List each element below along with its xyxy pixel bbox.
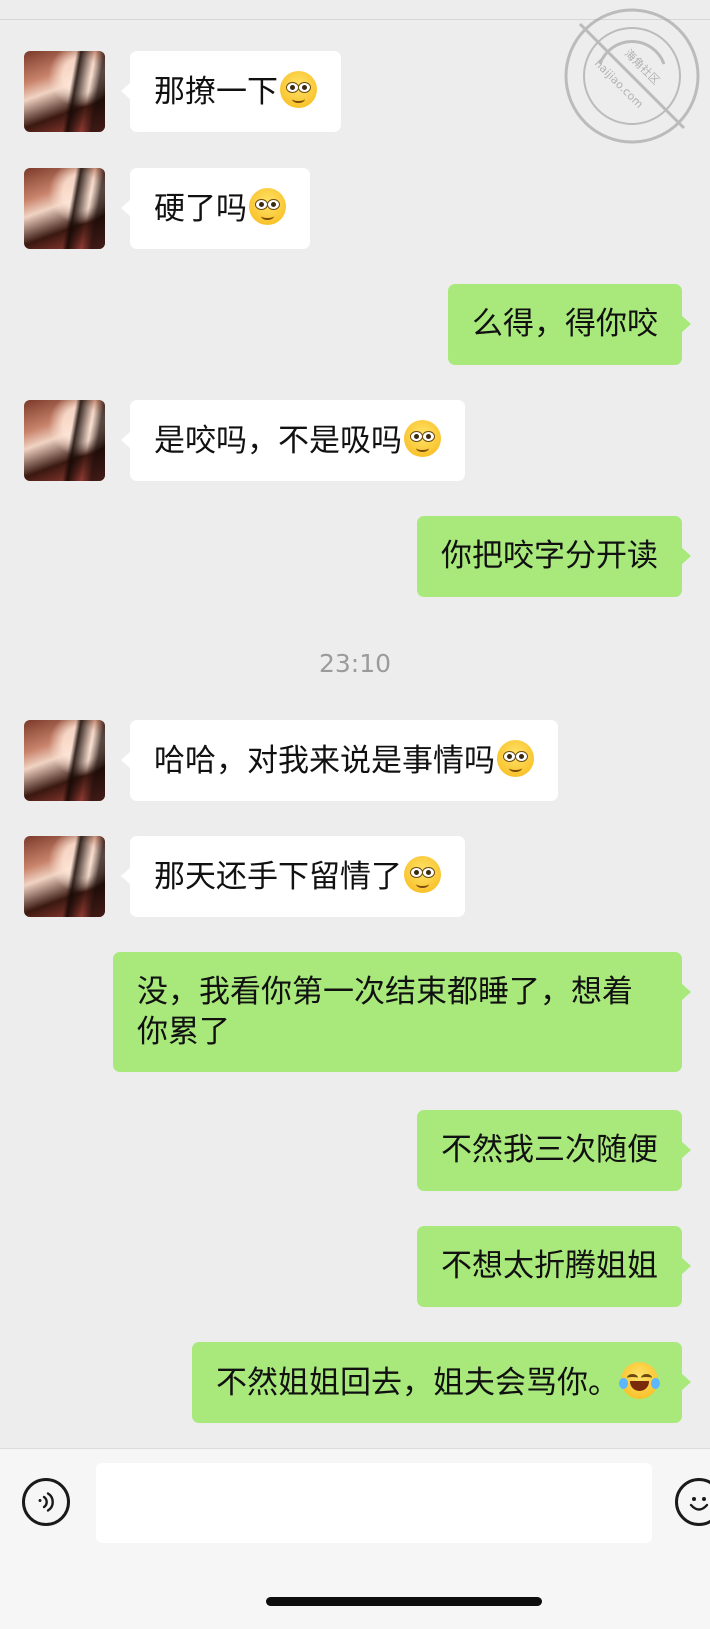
received-message[interactable]: 哈哈，对我来说是事情吗: [121, 720, 558, 801]
smirk-emoji-icon: [404, 856, 441, 893]
smirk-emoji-icon: [249, 188, 286, 225]
smirk-emoji-icon: [404, 420, 441, 457]
message-text: 么得，得你咬: [472, 306, 658, 342]
sent-message[interactable]: 你把咬字分开读: [417, 516, 691, 597]
sent-message[interactable]: 没，我看你第一次结束都睡了，想着你累了: [113, 952, 691, 1072]
contact-avatar[interactable]: [24, 51, 105, 132]
watermark-logo: haijiao.com 海角社区: [560, 4, 704, 148]
sent-message[interactable]: 不想太折腾姐姐: [417, 1226, 691, 1307]
smirk-emoji-icon: [280, 71, 317, 108]
message-text: 不然姐姐回去，姐夫会骂你。: [216, 1365, 619, 1401]
message-input[interactable]: [96, 1463, 652, 1543]
contact-avatar[interactable]: [24, 836, 105, 917]
emoji-icon: [689, 1497, 709, 1511]
timestamp: 23:10: [318, 649, 392, 678]
smirk-emoji-icon: [497, 740, 534, 777]
message-text: 不然我三次随便: [441, 1132, 658, 1168]
message-text: 那撩一下: [154, 74, 278, 110]
received-message[interactable]: 硬了吗: [121, 168, 310, 249]
message-text: 哈哈，对我来说是事情吗: [154, 743, 495, 779]
voice-button[interactable]: [22, 1478, 70, 1526]
home-indicator[interactable]: [266, 1597, 542, 1606]
message-text: 不想太折腾姐姐: [441, 1248, 658, 1284]
voice-icon: [38, 1492, 54, 1512]
message-text: 你把咬字分开读: [441, 538, 658, 574]
contact-avatar[interactable]: [24, 168, 105, 249]
sent-message[interactable]: 么得，得你咬: [448, 284, 691, 365]
received-message[interactable]: 是咬吗，不是吸吗: [121, 400, 465, 481]
tears-of-joy-emoji-icon: [619, 1362, 660, 1399]
message-text: 硬了吗: [154, 191, 247, 227]
emoji-button[interactable]: [675, 1478, 710, 1526]
sent-message[interactable]: 不然我三次随便: [417, 1110, 691, 1191]
message-text: 没，我看你第一次结束都睡了，想着你累了: [137, 974, 633, 1050]
sent-message[interactable]: 不然姐姐回去，姐夫会骂你。: [192, 1342, 691, 1423]
input-bar: [0, 1448, 710, 1629]
message-text: 那天还手下留情了: [154, 859, 402, 895]
message-text: 是咬吗，不是吸吗: [154, 423, 402, 459]
chat-area[interactable]: 那撩一下 硬了吗 么得，得你咬 是咬吗，不是吸吗 你把咬字分开读 23:10 哈…: [0, 0, 710, 1448]
received-message[interactable]: 那天还手下留情了: [121, 836, 465, 917]
received-message[interactable]: 那撩一下: [121, 51, 341, 132]
contact-avatar[interactable]: [24, 720, 105, 801]
contact-avatar[interactable]: [24, 400, 105, 481]
